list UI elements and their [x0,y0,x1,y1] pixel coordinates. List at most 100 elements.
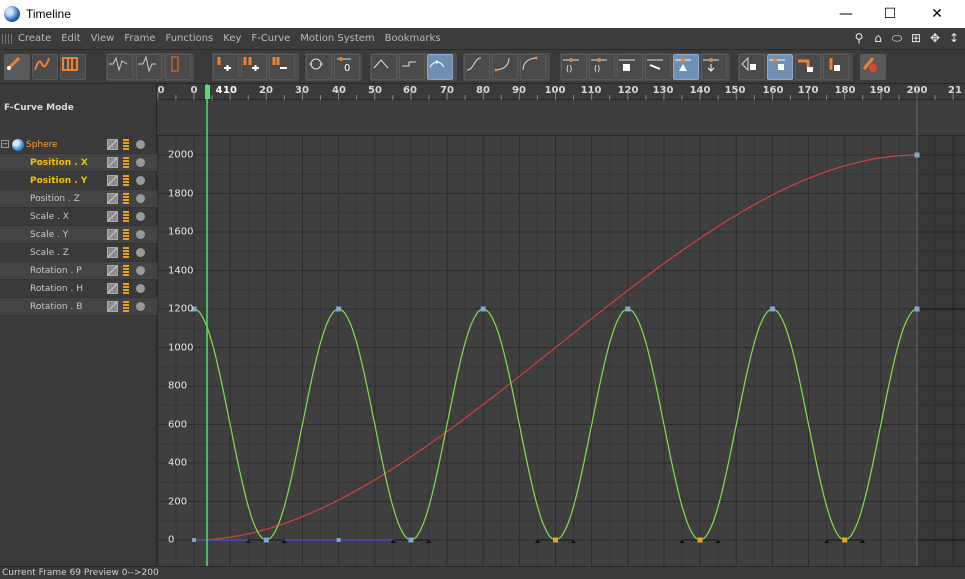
keyframe-marker [914,152,920,158]
track-mode-icon[interactable] [107,301,118,312]
track-solo-icon[interactable] [136,158,145,167]
fcurve-graph[interactable]: 0 0 10 20 30 40 50 60 70 80 90 100 110 1… [157,84,965,566]
dope-sheet-icon[interactable] [60,54,86,80]
menu-motion-system[interactable]: Motion System [300,33,374,44]
track-keys-icon[interactable] [123,193,129,204]
tangent-unify-icon[interactable]: () [589,54,615,80]
home-icon[interactable]: ⌂ [871,31,885,45]
track-solo-icon[interactable] [136,302,145,311]
track-row-scale-x[interactable]: Scale . X [0,208,157,226]
close-button[interactable]: ✕ [914,0,960,28]
track-keys-icon[interactable] [123,265,129,276]
track-mode-icon[interactable] [107,247,118,258]
add-key-icon[interactable] [213,54,239,80]
maximize-button[interactable]: ☐ [867,0,913,28]
track-solo-icon[interactable] [136,212,145,221]
keyframe-marker [697,537,703,543]
add-keys-icon[interactable] [241,54,267,80]
track-keys-icon[interactable] [123,175,129,186]
ease-out-icon[interactable] [492,54,518,80]
track-solo-icon[interactable] [136,230,145,239]
menu-edit[interactable]: Edit [61,33,80,44]
fit-frame-icon[interactable]: ⊞ [909,31,923,45]
track-keys-icon[interactable] [123,211,129,222]
ease-in-out-icon[interactable] [464,54,490,80]
lock-time-icon[interactable] [739,54,765,80]
tangent-auto-icon[interactable] [673,54,699,80]
track-solo-icon[interactable] [136,194,145,203]
track-row-position-y[interactable]: Position . Y [0,172,157,190]
curve-normal-icon[interactable] [107,54,133,80]
curve-velocity-icon[interactable] [136,54,162,80]
track-solo-icon[interactable] [136,248,145,257]
fcurve-mode-label: F-Curve Mode [4,103,74,113]
track-row-scale-y[interactable]: Scale . Y [0,226,157,244]
menu-view[interactable]: View [91,33,115,44]
app-logo-icon [4,6,20,22]
track-mode-icon[interactable] [107,265,118,276]
track-row-scale-z[interactable]: Scale . Z [0,244,157,262]
track-mode-icon[interactable] [107,157,118,168]
track-mode-icon[interactable] [107,193,118,204]
scale-view-icon[interactable]: ↕ [947,31,961,45]
menu-key[interactable]: Key [223,33,241,44]
track-solo-icon[interactable] [136,266,145,275]
track-row-rotation-b[interactable]: Rotation . B [0,298,157,316]
minimize-button[interactable]: — [823,0,869,28]
track-label: Rotation . B [30,301,83,312]
track-row-position-z[interactable]: Position . Z [0,190,157,208]
track-mode-icon[interactable] [107,175,118,186]
search-icon[interactable]: ⚲ [852,31,866,45]
keyframe-marker [842,537,848,543]
track-keys-icon[interactable] [123,229,129,240]
fcurve-mode-icon[interactable] [32,54,58,80]
lock-tangent-length-icon[interactable] [823,54,849,80]
ease-in-icon[interactable] [520,54,546,80]
track-mode-icon[interactable] [107,283,118,294]
curve-plot[interactable] [157,84,965,566]
tangent-clamp-icon[interactable] [701,54,727,80]
step-interp-icon[interactable] [399,54,425,80]
frame-all-icon[interactable] [306,54,332,80]
track-row-sphere[interactable]: − Sphere [0,136,157,154]
zero-value-icon[interactable]: 0 [334,54,360,80]
track-mode-icon[interactable] [107,211,118,222]
linear-interp-icon[interactable] [371,54,397,80]
spline-interp-icon[interactable] [427,54,453,80]
key-mode-icon[interactable] [4,54,30,80]
track-keys-icon[interactable] [123,301,129,312]
tangent-break-icon[interactable]: () [561,54,587,80]
track-solo-icon[interactable] [136,176,145,185]
menu-bookmarks[interactable]: Bookmarks [385,33,441,44]
curve-range-icon[interactable] [165,54,191,80]
tangent-flat-icon[interactable] [645,54,671,80]
y-tick-label: 400 [168,457,188,469]
menu-create[interactable]: Create [18,33,51,44]
track-solo-icon[interactable] [136,284,145,293]
view-toggle-icon[interactable]: ⬭ [890,31,904,45]
tangent-lock-icon[interactable] [617,54,643,80]
menu-fcurve[interactable]: F-Curve [251,33,290,44]
track-keys-icon[interactable] [123,283,129,294]
auto-keyframe-icon[interactable] [860,54,886,80]
remove-key-icon[interactable] [269,54,295,80]
move-view-icon[interactable]: ✥ [928,31,942,45]
sphere-object-icon [12,139,24,151]
menu-functions[interactable]: Functions [166,33,214,44]
lock-tangent-angle-icon[interactable] [795,54,821,80]
track-keys-icon[interactable] [123,139,129,150]
keyframe-marker [480,306,486,312]
track-keys-icon[interactable] [123,157,129,168]
grip-icon[interactable] [2,33,12,44]
lock-value-icon[interactable] [767,54,793,80]
track-solo-icon[interactable] [136,140,145,149]
track-row-rotation-p[interactable]: Rotation . P [0,262,157,280]
collapse-icon[interactable]: − [1,140,9,148]
track-mode-icon[interactable] [107,139,118,150]
keyframe-marker [408,538,413,542]
menu-frame[interactable]: Frame [124,33,155,44]
track-keys-icon[interactable] [123,247,129,258]
track-row-position-x[interactable]: Position . X [0,154,157,172]
track-mode-icon[interactable] [107,229,118,240]
track-row-rotation-h[interactable]: Rotation . H [0,280,157,298]
